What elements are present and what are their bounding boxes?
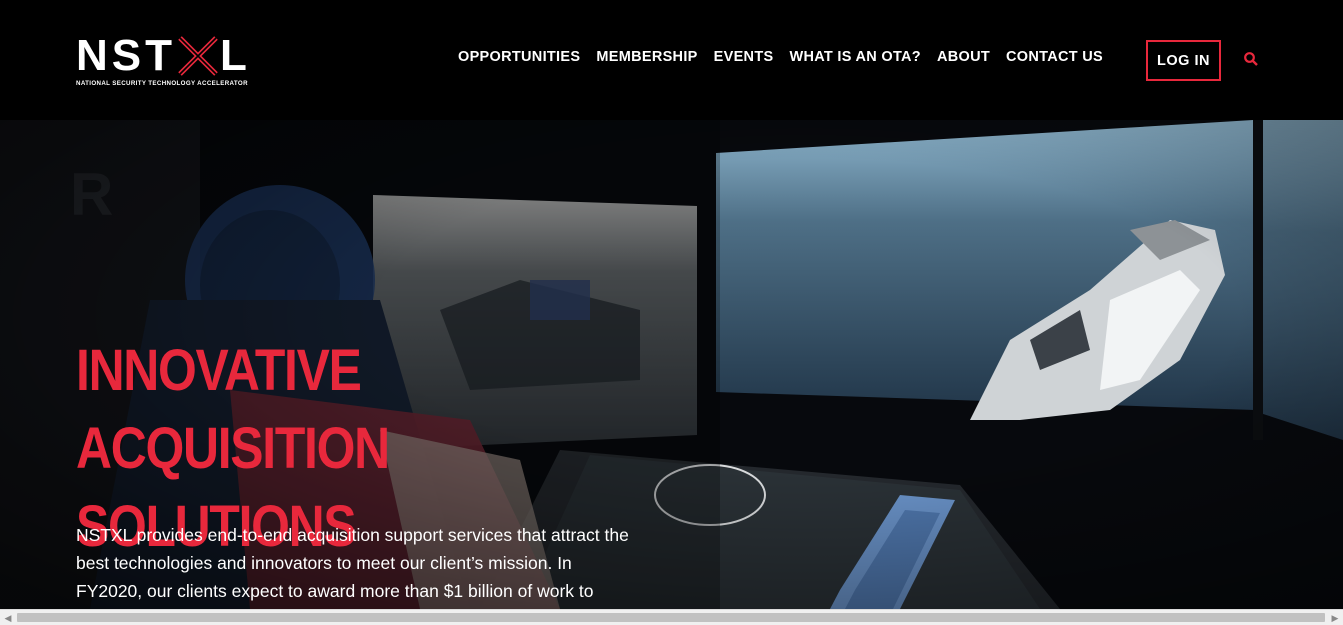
login-button[interactable]: LOG IN bbox=[1146, 40, 1221, 81]
logo-wordmark: NST L bbox=[76, 31, 251, 80]
logo-x-mark bbox=[178, 36, 218, 76]
hero-description: NSTXL provides end-to-end acquisition su… bbox=[76, 525, 629, 601]
search-icon[interactable] bbox=[1243, 51, 1259, 67]
scroll-left-arrow-icon[interactable]: ◀ bbox=[0, 610, 16, 625]
nav-what-is-an-ota[interactable]: WHAT IS AN OTA? bbox=[789, 49, 921, 65]
nstxl-logo[interactable]: NST L NATIONAL SECURITY TECHNOLOGY ACCEL… bbox=[76, 34, 271, 90]
scroll-right-arrow-icon[interactable]: ▶ bbox=[1327, 610, 1343, 625]
nav-opportunities[interactable]: OPPORTUNITIES bbox=[458, 49, 580, 65]
nav-about[interactable]: ABOUT bbox=[937, 49, 990, 65]
logo-tagline: NATIONAL SECURITY TECHNOLOGY ACCELERATOR bbox=[76, 80, 248, 87]
nav-events[interactable]: EVENTS bbox=[714, 49, 774, 65]
site-header: NST L NATIONAL SECURITY TECHNOLOGY ACCEL… bbox=[0, 0, 1343, 120]
nav-contact-us[interactable]: CONTACT US bbox=[1006, 49, 1103, 65]
nav-membership[interactable]: MEMBERSHIP bbox=[596, 49, 697, 65]
scrollbar-thumb[interactable] bbox=[17, 613, 1325, 622]
horizontal-scrollbar[interactable]: ◀ ▶ bbox=[0, 609, 1343, 625]
main-nav: OPPORTUNITIES MEMBERSHIP EVENTS WHAT IS … bbox=[458, 49, 1119, 65]
